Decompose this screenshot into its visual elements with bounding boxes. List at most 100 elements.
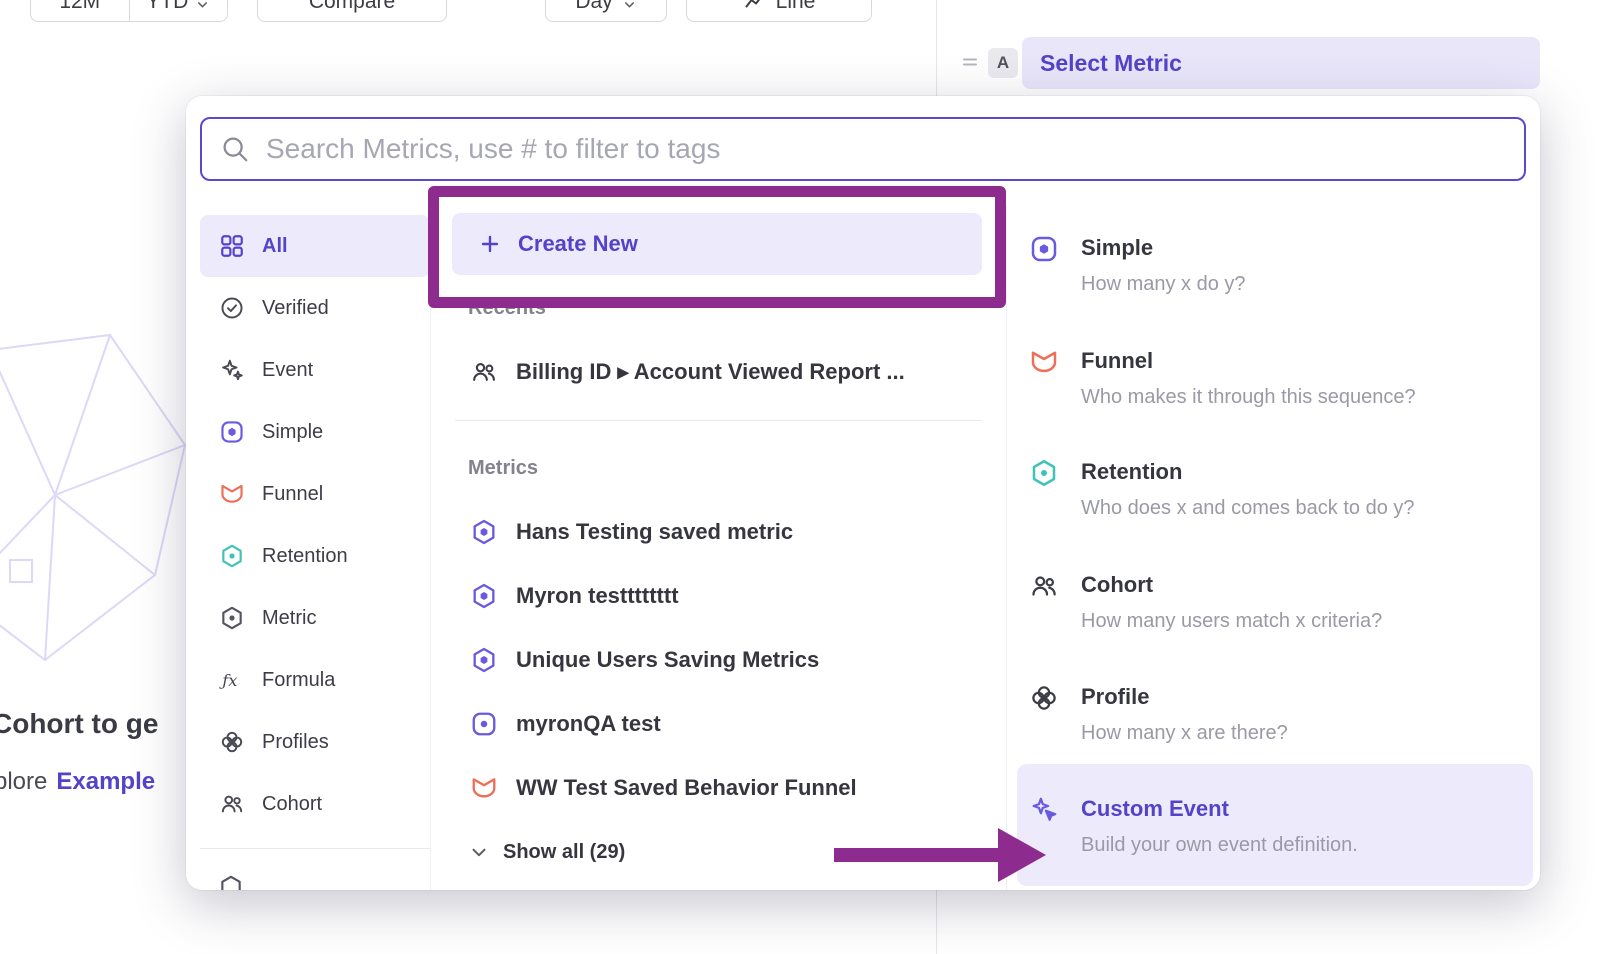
metric-item[interactable]: Unique Users Saving Metrics <box>470 634 819 686</box>
subtext-prefix: plore <box>0 768 47 796</box>
type-title: Funnel <box>1081 347 1416 375</box>
simple-metric-icon <box>218 419 246 445</box>
query-row-badge[interactable]: A <box>988 48 1018 78</box>
app-screen: 12M YTD Compare Day Line A Select Metric… <box>0 0 1616 954</box>
metric-item[interactable]: WW Test Saved Behavior Funnel <box>470 762 857 814</box>
day-label: Day <box>575 0 612 14</box>
category-label: Profiles <box>262 731 329 754</box>
type-desc: Who does x and comes back to do y? <box>1081 495 1415 521</box>
cohort-people-icon <box>1029 571 1059 601</box>
range-12m-button[interactable]: 12M <box>31 0 129 21</box>
sidebar-item-all[interactable]: All <box>200 215 430 277</box>
compare-label: Compare <box>309 0 395 14</box>
annotation-arrow <box>830 822 1050 888</box>
type-title: Custom Event <box>1081 795 1358 823</box>
category-label: Retention <box>262 545 348 568</box>
recent-item-label: Billing ID ▸ Account Viewed Report ... <box>516 359 905 385</box>
metric-item[interactable]: myronQA test <box>470 698 661 750</box>
show-all-button[interactable]: Show all (29) <box>468 826 625 878</box>
retention-icon <box>218 543 246 569</box>
sparkles-icon <box>218 357 246 383</box>
type-row-custom-event[interactable]: Custom Event Build your own event defini… <box>1007 795 1540 858</box>
type-row-profile[interactable]: Profile How many x are there? <box>1007 683 1540 746</box>
select-metric-label: Select Metric <box>1040 50 1182 77</box>
type-title: Simple <box>1081 234 1246 262</box>
funnel-icon <box>1029 347 1059 377</box>
saved-metric-square-icon <box>470 710 498 738</box>
type-desc: How many x do y? <box>1081 271 1246 297</box>
sidebar-item-profiles[interactable]: Profiles <box>200 711 430 773</box>
verified-badge-icon <box>218 295 246 321</box>
type-title: Retention <box>1081 458 1415 486</box>
type-desc: Who makes it through this sequence? <box>1081 384 1416 410</box>
category-label: All <box>262 235 288 258</box>
search-icon <box>220 134 250 164</box>
sidebar-item-funnel[interactable]: Funnel <box>200 463 430 525</box>
type-desc: Build your own event definition. <box>1081 832 1358 858</box>
recent-item[interactable]: Billing ID ▸ Account Viewed Report ... <box>470 346 905 398</box>
metric-item-label: Unique Users Saving Metrics <box>516 647 819 673</box>
chart-type-line-button[interactable]: Line <box>686 0 872 22</box>
wireframe-illustration <box>0 330 200 680</box>
sidebar-item-metric[interactable]: Metric <box>200 587 430 649</box>
type-row-simple[interactable]: Simple How many x do y? <box>1007 234 1540 297</box>
metric-hexagon-icon <box>218 605 246 631</box>
saved-metric-hexagon-icon <box>470 518 498 546</box>
line-chart-icon <box>743 0 767 13</box>
select-metric-field[interactable]: Select Metric <box>1022 37 1540 89</box>
sidebar-item-simple[interactable]: Simple <box>200 401 430 463</box>
range-12m-label: 12M <box>59 0 100 14</box>
category-label: Formula <box>262 669 335 692</box>
range-ytd-label: YTD <box>146 0 188 14</box>
metric-item-label: Myron testttttttt <box>516 583 679 609</box>
show-all-label: Show all (29) <box>503 841 625 864</box>
category-sidebar: All Verified Event Simple <box>200 215 430 835</box>
empty-state-subtext: plore Example <box>0 768 155 796</box>
drag-handle-icon[interactable] <box>960 52 980 77</box>
type-row-retention[interactable]: Retention Who does x and comes back to d… <box>1007 458 1540 521</box>
category-label: Cohort <box>262 793 322 816</box>
date-range-group: 12M YTD <box>30 0 228 22</box>
range-ytd-button[interactable]: YTD <box>129 0 228 21</box>
metric-item[interactable]: Myron testttttttt <box>470 570 679 622</box>
annotation-highlight-box <box>428 186 1006 308</box>
metric-item-label: WW Test Saved Behavior Funnel <box>516 775 857 801</box>
sidebar-item-event[interactable]: Event <box>200 339 430 401</box>
saved-metric-hexagon-icon <box>470 582 498 610</box>
chevron-down-icon <box>468 841 490 863</box>
cohort-people-icon <box>470 358 498 386</box>
type-row-funnel[interactable]: Funnel Who makes it through this sequenc… <box>1007 347 1540 410</box>
sidebar-item-partial[interactable] <box>218 874 244 890</box>
type-row-cohort[interactable]: Cohort How many users match x criteria? <box>1007 571 1540 634</box>
category-label: Simple <box>262 421 323 444</box>
funnel-icon <box>218 481 246 507</box>
retention-icon <box>1029 458 1059 488</box>
profiles-flower-icon <box>218 729 246 755</box>
chevron-down-icon <box>195 0 210 12</box>
formula-fx-icon: ƒx <box>218 667 246 693</box>
sidebar-item-verified[interactable]: Verified <box>200 277 430 339</box>
grid-icon <box>218 233 246 259</box>
simple-metric-icon <box>1029 234 1059 264</box>
category-label: Event <box>262 359 313 382</box>
type-desc: How many x are there? <box>1081 720 1288 746</box>
sidebar-section-divider <box>200 848 430 849</box>
category-label: Metric <box>262 607 316 630</box>
type-title: Profile <box>1081 683 1288 711</box>
metrics-header: Metrics <box>468 456 538 480</box>
metric-item[interactable]: Hans Testing saved metric <box>470 506 793 558</box>
metric-types-column: Simple How many x do y? Funnel Who makes… <box>1006 206 1540 890</box>
chevron-down-icon <box>622 0 637 12</box>
sidebar-item-cohort[interactable]: Cohort <box>200 773 430 835</box>
example-link[interactable]: Example <box>56 768 155 796</box>
type-title: Cohort <box>1081 571 1382 599</box>
sidebar-item-retention[interactable]: Retention <box>200 525 430 587</box>
sidebar-item-formula[interactable]: ƒx Formula <box>200 649 430 711</box>
compare-button[interactable]: Compare <box>257 0 447 22</box>
type-desc: How many users match x criteria? <box>1081 608 1382 634</box>
cohort-people-icon <box>218 791 246 817</box>
saved-metric-hexagon-icon <box>470 646 498 674</box>
interval-day-button[interactable]: Day <box>545 0 667 22</box>
profiles-flower-icon <box>1029 683 1059 713</box>
svg-text:ƒx: ƒx <box>219 671 237 690</box>
